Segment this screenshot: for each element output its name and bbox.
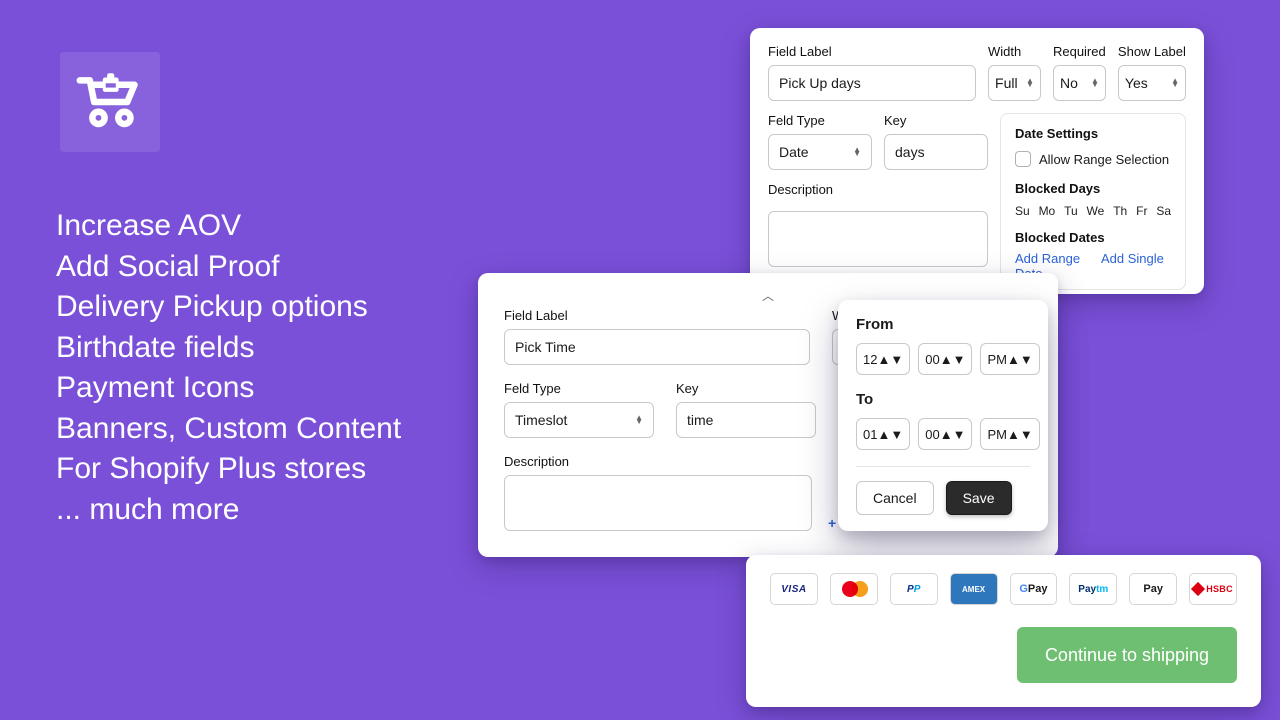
feature-item: Birthdate fields	[56, 328, 401, 369]
stepper-from-ampm[interactable]: PM	[980, 343, 1039, 375]
day-toggle[interactable]: Sa	[1156, 204, 1171, 218]
feature-item: ... much more	[56, 490, 401, 531]
label-show-label: Show Label	[1118, 44, 1186, 59]
select-field-type[interactable]: Date	[768, 134, 872, 170]
feature-list: Increase AOV Add Social Proof Delivery P…	[56, 206, 401, 530]
day-toggle[interactable]: Mo	[1039, 204, 1056, 218]
day-toggle[interactable]: Th	[1113, 204, 1127, 218]
label-from: From	[856, 316, 1030, 333]
feature-item: Banners, Custom Content	[56, 409, 401, 450]
visa-icon: VISA	[770, 573, 818, 605]
label-field-type: Feld Type	[768, 113, 872, 128]
continue-to-shipping-button[interactable]: Continue to shipping	[1017, 627, 1237, 683]
feature-item: Add Social Proof	[56, 247, 401, 288]
chevron-updown-icon	[1007, 427, 1033, 442]
stepper-from-hour[interactable]: 12	[856, 343, 910, 375]
label-field-label: Field Label	[768, 44, 976, 59]
stepper-to-ampm[interactable]: PM	[980, 418, 1039, 450]
chevron-updown-icon	[1091, 79, 1099, 87]
label-width: Width	[988, 44, 1041, 59]
date-settings-title: Date Settings	[1015, 126, 1171, 141]
label-to: To	[856, 391, 1030, 408]
apple-pay-icon: Pay	[1129, 573, 1177, 605]
chevron-updown-icon	[940, 352, 966, 367]
chevron-updown-icon	[940, 427, 966, 442]
payments-preview: VISA PP AMEX G Pay Paytm Pay HSBC Contin…	[746, 555, 1261, 707]
feature-item: Delivery Pickup options	[56, 287, 401, 328]
app-logo	[60, 52, 160, 152]
paytm-icon: Paytm	[1069, 573, 1117, 605]
label-key: Key	[884, 113, 988, 128]
chevron-updown-icon	[1171, 79, 1179, 87]
time-range-popover: From 12 00 PM To 01 00 PM Cancel Save	[838, 300, 1048, 531]
chevron-updown-icon	[635, 416, 643, 424]
day-toggle[interactable]: Tu	[1064, 204, 1078, 218]
label-required: Required	[1053, 44, 1106, 59]
day-toggle[interactable]: Fr	[1136, 204, 1147, 218]
gpay-icon: G Pay	[1010, 573, 1058, 605]
checkbox-allow-range[interactable]: Allow Range Selection	[1015, 151, 1171, 167]
input-field-label[interactable]: Pick Time	[504, 329, 810, 365]
stepper-to-minute[interactable]: 00	[918, 418, 972, 450]
date-settings-panel: Date Settings Allow Range Selection Bloc…	[1000, 113, 1186, 290]
link-add-range[interactable]: Add Range	[1015, 251, 1080, 266]
chevron-updown-icon	[1007, 352, 1033, 367]
chevron-updown-icon	[877, 427, 903, 442]
chevron-updown-icon	[853, 148, 861, 156]
hsbc-icon: HSBC	[1189, 573, 1237, 605]
save-button[interactable]: Save	[946, 481, 1012, 515]
blocked-days-title: Blocked Days	[1015, 181, 1171, 196]
day-toggle[interactable]: Su	[1015, 204, 1030, 218]
paypal-icon: PP	[890, 573, 938, 605]
feature-item: Increase AOV	[56, 206, 401, 247]
label-field-label: Field Label	[504, 308, 810, 323]
amex-icon: AMEX	[950, 573, 998, 605]
label-description: Description	[768, 182, 988, 197]
label-description: Description	[504, 454, 812, 469]
mastercard-icon	[830, 573, 878, 605]
select-required[interactable]: No	[1053, 65, 1106, 101]
checkbox-icon	[1015, 151, 1031, 167]
feature-item: Payment Icons	[56, 368, 401, 409]
stepper-from-minute[interactable]: 00	[918, 343, 972, 375]
input-key[interactable]: days	[884, 134, 988, 170]
input-key[interactable]: time	[676, 402, 816, 438]
label-field-type: Feld Type	[504, 381, 654, 396]
chevron-updown-icon	[877, 352, 903, 367]
textarea-description[interactable]	[768, 211, 988, 267]
cancel-button[interactable]: Cancel	[856, 481, 934, 515]
chevron-updown-icon	[1026, 79, 1034, 87]
blocked-dates-title: Blocked Dates	[1015, 230, 1171, 245]
date-field-editor: Field Label Pick Up days Width Full Requ…	[750, 28, 1204, 294]
plus-icon: +	[828, 515, 836, 531]
select-field-type[interactable]: Timeslot	[504, 402, 654, 438]
label-key: Key	[676, 381, 816, 396]
feature-item: For Shopify Plus stores	[56, 449, 401, 490]
textarea-description[interactable]	[504, 475, 812, 531]
select-show-label[interactable]: Yes	[1118, 65, 1186, 101]
input-field-label[interactable]: Pick Up days	[768, 65, 976, 101]
day-toggle[interactable]: We	[1087, 204, 1105, 218]
stepper-to-hour[interactable]: 01	[856, 418, 910, 450]
cart-icon	[74, 73, 146, 131]
select-width[interactable]: Full	[988, 65, 1041, 101]
